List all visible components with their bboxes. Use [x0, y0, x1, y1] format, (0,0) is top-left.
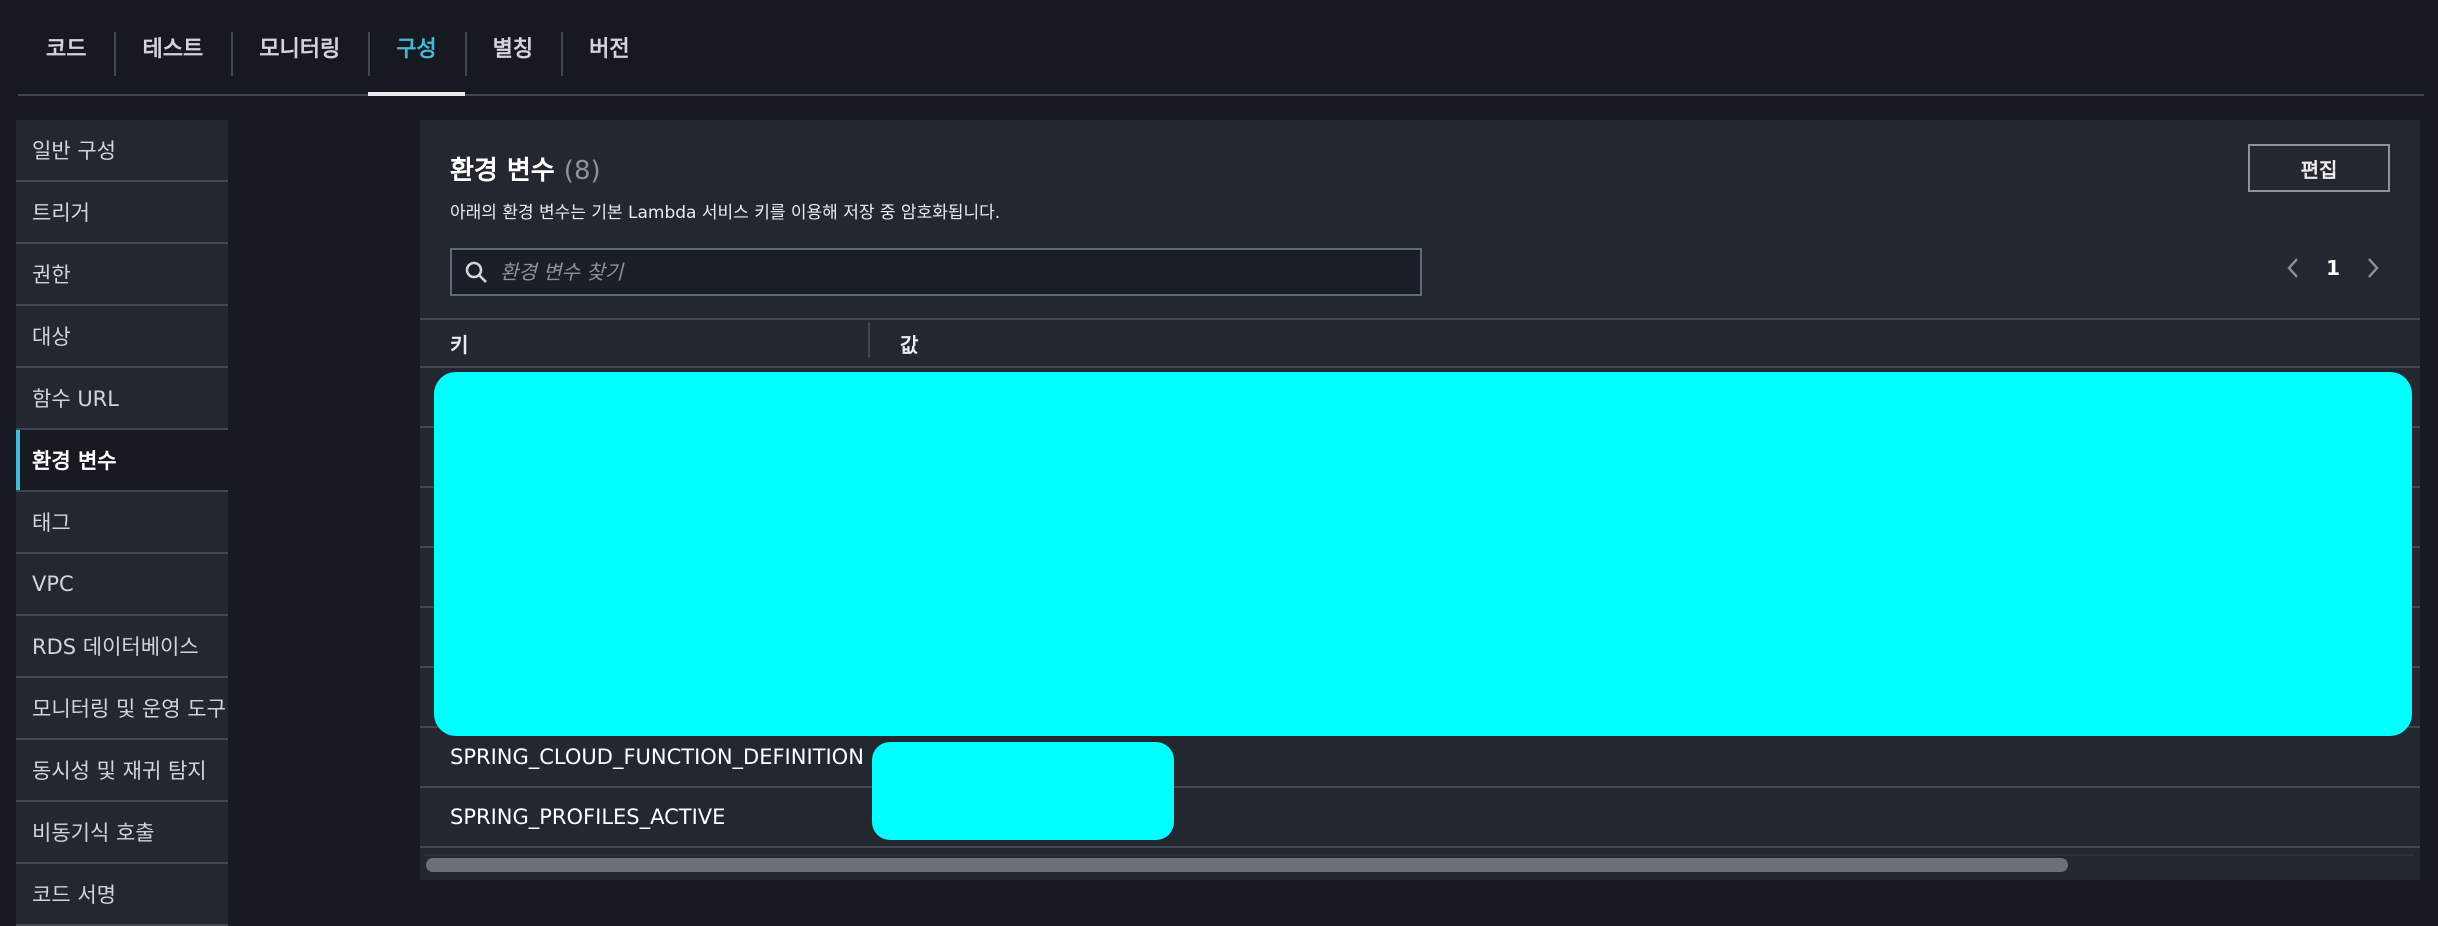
edit-button[interactable]: 편집	[2248, 144, 2390, 192]
tab-aliases[interactable]: 별칭	[464, 0, 561, 94]
chevron-right-icon[interactable]	[2366, 257, 2380, 279]
sidebar-item-triggers[interactable]: 트리거	[16, 182, 228, 244]
search-icon	[452, 260, 500, 284]
tab-code[interactable]: 코드	[18, 0, 114, 94]
sidebar-item-code-signing[interactable]: 코드 서명	[16, 864, 228, 926]
redaction-overlay	[434, 372, 2412, 736]
sidebar-item-environment-variables[interactable]: 환경 변수	[16, 430, 228, 492]
sidebar-item-general-configuration[interactable]: 일반 구성	[16, 120, 228, 182]
configuration-sidebar: 일반 구성 트리거 권한 대상 함수 URL 환경 변수 태그 VPC RDS …	[16, 120, 228, 926]
table-row: SPRING_CLOUD_FUNCTION_DEFINITION	[420, 728, 2420, 788]
sidebar-item-permissions[interactable]: 권한	[16, 244, 228, 306]
tab-test[interactable]: 테스트	[114, 0, 231, 94]
sidebar-item-function-url[interactable]: 함수 URL	[16, 368, 228, 430]
table-header: 키 값	[420, 318, 2420, 368]
sidebar-item-monitoring-tools[interactable]: 모니터링 및 운영 도구	[16, 678, 228, 740]
column-header-value[interactable]: 값	[870, 329, 918, 358]
tab-bar: 코드 테스트 모니터링 구성 별칭 버전	[18, 0, 2424, 96]
tab-versions[interactable]: 버전	[561, 0, 657, 94]
tab-configuration[interactable]: 구성	[368, 0, 466, 96]
sidebar-item-concurrency[interactable]: 동시성 및 재귀 탐지	[16, 740, 228, 802]
sidebar-item-rds-databases[interactable]: RDS 데이터베이스	[16, 616, 228, 678]
search-field[interactable]	[450, 248, 1422, 296]
search-input[interactable]	[500, 250, 1420, 294]
row-key: SPRING_PROFILES_ACTIVE	[450, 805, 726, 829]
redaction-overlay-value	[872, 742, 1174, 840]
pagination: 1	[2286, 256, 2380, 280]
horizontal-scrollbar[interactable]	[424, 854, 2414, 872]
environment-variables-panel: 환경 변수 (8) 아래의 환경 변수는 기본 Lambda 서비스 키를 이용…	[420, 120, 2420, 880]
row-key: SPRING_CLOUD_FUNCTION_DEFINITION	[450, 745, 864, 769]
variable-count: (8)	[563, 156, 601, 186]
tab-monitoring[interactable]: 모니터링	[231, 0, 368, 94]
panel-title: 환경 변수 (8)	[450, 150, 601, 187]
panel-description: 아래의 환경 변수는 기본 Lambda 서비스 키를 이용해 저장 중 암호화…	[450, 203, 1001, 223]
chevron-left-icon[interactable]	[2286, 257, 2300, 279]
sidebar-item-destinations[interactable]: 대상	[16, 306, 228, 368]
scrollbar-thumb[interactable]	[426, 858, 2068, 872]
table-row: SPRING_PROFILES_ACTIVE	[420, 788, 2420, 848]
column-header-key[interactable]: 키	[420, 322, 870, 358]
sidebar-item-tags[interactable]: 태그	[16, 492, 228, 554]
sidebar-item-vpc[interactable]: VPC	[16, 554, 228, 616]
sidebar-item-async-invocation[interactable]: 비동기식 호출	[16, 802, 228, 864]
panel-title-text: 환경 변수	[450, 156, 555, 186]
current-page[interactable]: 1	[2326, 256, 2340, 280]
